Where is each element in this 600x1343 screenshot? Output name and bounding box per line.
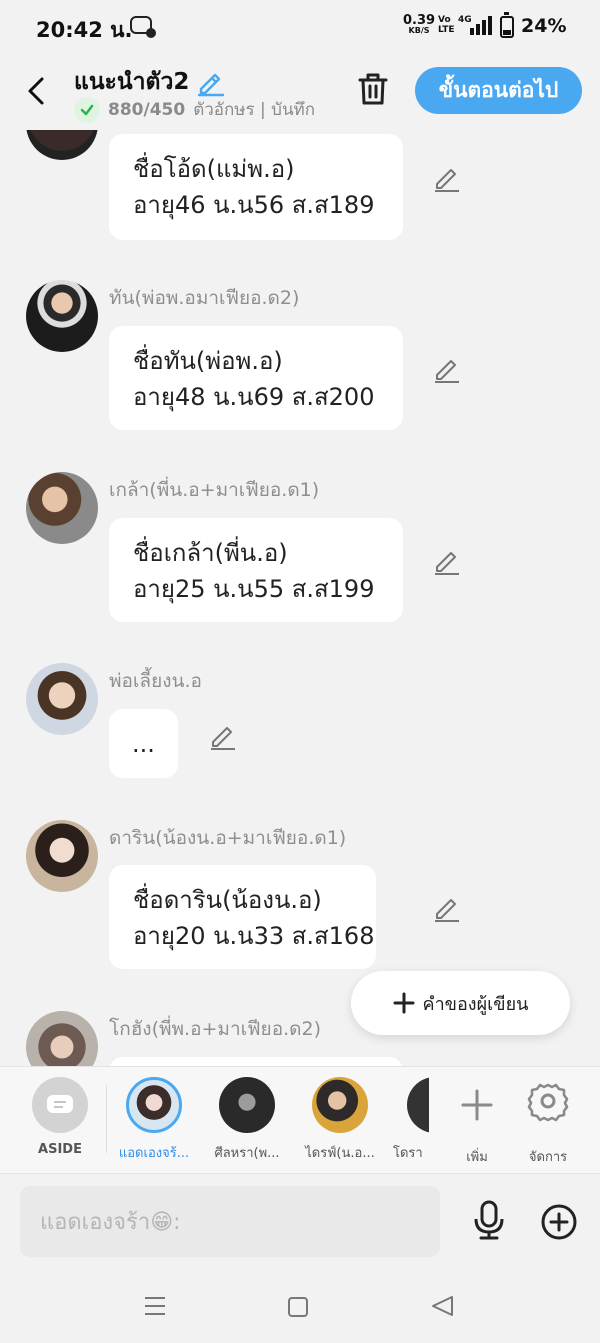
character-tab-avatar xyxy=(126,1077,182,1133)
message-line: อายุ46 น.น56 ส.ส189 xyxy=(133,191,375,219)
plus-icon xyxy=(393,992,415,1014)
character-tab-label: ศีลหรา(พ... xyxy=(214,1146,280,1161)
add-label: เพิ่ม xyxy=(466,1150,488,1165)
message-bubble[interactable]: ... xyxy=(109,709,178,778)
author-note-button[interactable]: คำของผู้เขียน xyxy=(351,971,570,1035)
subtitle-row: 880/450 ตัวอักษร | บันทึก xyxy=(74,96,315,123)
notification-app-icon xyxy=(130,16,156,38)
next-step-button[interactable]: ขั้นตอนต่อไป xyxy=(415,67,582,114)
message-bubble[interactable]: ชื่อทัน(พ่อพ.อ) อายุ48 น.น69 ส.ส200 xyxy=(109,326,403,430)
system-navigation-bar xyxy=(0,1270,600,1343)
character-name: พ่อเลี้ยงน.อ xyxy=(109,670,202,692)
add-attachment-icon[interactable] xyxy=(540,1203,578,1241)
page-title: แนะนำตัว2 xyxy=(74,69,190,95)
character-avatar[interactable] xyxy=(26,280,98,352)
message-line: ชื่อโอ้ด(แม่พ.อ) xyxy=(133,155,295,183)
message-line: อายุ48 น.น69 ส.ส200 xyxy=(133,383,375,411)
character-avatar[interactable] xyxy=(26,130,98,160)
aside-item[interactable]: ASIDE xyxy=(20,1077,100,1157)
character-avatar[interactable] xyxy=(26,663,98,735)
volte-icon: Vo LTE xyxy=(438,15,455,35)
message-line: ชื่อดาริน(น้องน.อ) xyxy=(133,886,322,914)
home-icon[interactable] xyxy=(288,1297,308,1317)
character-name: เกล้า(พี่น.อ+มาเฟียอ.ด1) xyxy=(109,479,320,501)
edit-message-icon[interactable] xyxy=(209,722,237,750)
manage-button[interactable]: จัดการ xyxy=(508,1077,588,1167)
battery-icon xyxy=(500,12,514,38)
character-avatar[interactable] xyxy=(26,472,98,544)
character-tab-avatar xyxy=(407,1077,429,1133)
edit-title-icon[interactable] xyxy=(195,67,225,97)
message-bubble[interactable] xyxy=(109,1057,403,1066)
character-count: 880/450 xyxy=(108,99,186,120)
trash-icon[interactable] xyxy=(357,72,389,106)
character-tab-avatar xyxy=(219,1077,275,1133)
character-name: ทัน(พ่อพ.อมาเฟียอ.ด2) xyxy=(109,287,300,309)
manage-label: จัดการ xyxy=(528,1150,568,1165)
character-tab-label: แอดเองจร้... xyxy=(118,1146,190,1161)
gear-icon xyxy=(527,1083,569,1122)
chat-area[interactable]: ชื่อโอ้ด(แม่พ.อ) อายุ46 น.น56 ส.ส189 ทัน… xyxy=(0,130,600,1066)
message-line: อายุ20 น.น33 ส.ส168 xyxy=(133,922,375,950)
message-input[interactable]: แอดเองจร้า😁: xyxy=(20,1186,440,1257)
character-tab[interactable]: ศีลหรา(พ... xyxy=(207,1077,287,1163)
edit-message-icon[interactable] xyxy=(433,894,461,922)
edit-message-icon[interactable] xyxy=(433,164,461,192)
add-character-button[interactable]: เพิ่ม xyxy=(437,1077,517,1167)
author-note-label: คำของผู้เขียน xyxy=(422,993,529,1015)
signal-icon: 4G xyxy=(458,15,494,37)
message-line: ชื่อทัน(พ่อพ.อ) xyxy=(133,347,283,375)
status-time: 20:42 น. xyxy=(36,18,133,42)
character-tab[interactable]: โดรา xyxy=(393,1077,429,1163)
status-bar: 20:42 น. 0.39 KB/S Vo LTE 4G 24% xyxy=(0,0,600,56)
add-icon xyxy=(461,1089,493,1121)
subtitle-text: ตัวอักษร | บันทึก xyxy=(193,100,316,120)
edit-message-icon[interactable] xyxy=(433,547,461,575)
character-name: โกฮัง(พี่พ.อ+มาเฟียอ.ด2) xyxy=(109,1018,321,1040)
message-bubble[interactable]: ชื่อโอ้ด(แม่พ.อ) อายุ46 น.น56 ส.ส189 xyxy=(109,134,403,240)
edit-message-icon[interactable] xyxy=(433,355,461,383)
character-tab-label: ไดรฟ์(น.อ... xyxy=(305,1146,375,1161)
recent-apps-icon[interactable] xyxy=(144,1296,166,1316)
aside-icon xyxy=(32,1077,88,1133)
microphone-icon[interactable] xyxy=(472,1200,506,1240)
message-line: ชื่อเกล้า(พี่น.อ) xyxy=(133,539,288,567)
character-tab-label: โดรา xyxy=(393,1146,423,1161)
message-bubble[interactable]: ชื่อดาริน(น้องน.อ) อายุ20 น.น33 ส.ส168 xyxy=(109,865,376,969)
check-icon xyxy=(74,96,100,123)
character-name: ดาริน(น้องน.อ+มาเฟียอ.ด1) xyxy=(109,827,347,849)
character-tab[interactable]: แอดเองจร้... xyxy=(114,1077,194,1163)
battery-percent: 24% xyxy=(521,15,567,37)
nav-back-icon[interactable] xyxy=(430,1295,454,1317)
back-arrow-icon[interactable] xyxy=(24,76,50,106)
input-area: แอดเองจร้า😁: xyxy=(0,1175,600,1270)
message-line: ... xyxy=(132,730,155,758)
divider xyxy=(106,1085,107,1153)
message-bubble[interactable]: ชื่อเกล้า(พี่น.อ) อายุ25 น.น55 ส.ส199 xyxy=(109,518,403,622)
character-avatar[interactable] xyxy=(26,820,98,892)
network-speed: 0.39 KB/S xyxy=(403,14,435,36)
message-line: อายุ25 น.น55 ส.ส199 xyxy=(133,575,375,603)
character-tab[interactable]: ไดรฟ์(น.อ... xyxy=(300,1077,380,1163)
header: แนะนำตัว2 880/450 ตัวอักษร | บันทึก ขั้น… xyxy=(0,56,600,130)
character-selector: ASIDE แอดเองจร้... ศีลหรา(พ... ไดรฟ์(น.อ… xyxy=(0,1066,600,1174)
character-avatar[interactable] xyxy=(26,1011,98,1066)
character-tab-avatar xyxy=(312,1077,368,1133)
title-row: แนะนำตัว2 xyxy=(74,64,225,100)
aside-label: ASIDE xyxy=(38,1142,82,1157)
